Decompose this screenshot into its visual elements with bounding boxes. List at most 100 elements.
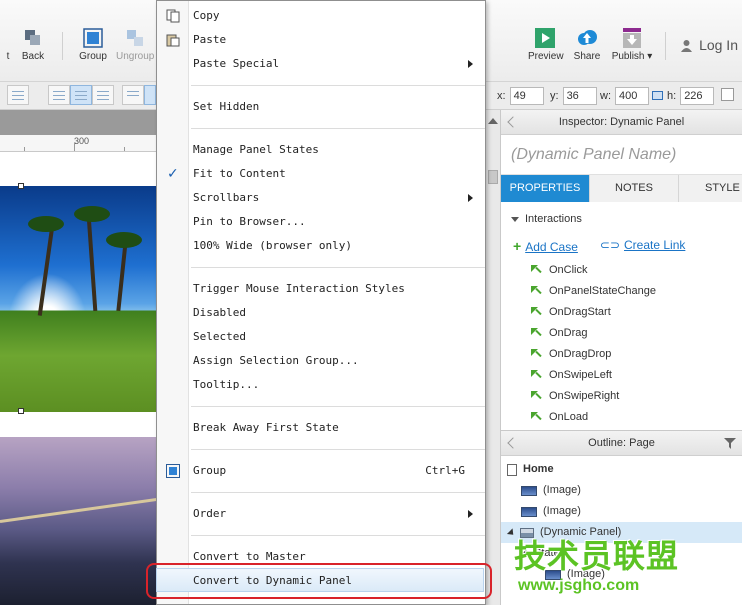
menu-item-label: Paste Special [193,57,280,70]
canvas-tab-strip [0,110,158,135]
back-button[interactable]: Back [20,28,46,62]
tab-notes[interactable]: NOTES [590,175,679,202]
add-case-link[interactable]: Add Case [525,240,578,254]
resize-handle[interactable] [18,183,24,189]
list-format-button[interactable] [7,85,29,105]
menu-separator [191,492,485,493]
event-item[interactable]: OnClick [501,260,742,281]
collapse-icon [511,216,519,222]
filter-icon[interactable] [724,438,736,449]
menu-item-trigger-mouse-styles[interactable]: Trigger Mouse Interaction Styles [157,277,485,301]
event-item[interactable]: OnSwipeLeft [501,365,742,386]
align-left-button[interactable] [48,85,70,105]
event-icon [531,307,542,318]
tree-item[interactable]: (Image) [501,480,742,501]
w-input[interactable]: 400 [615,86,649,105]
scroll-thumb[interactable] [488,170,498,184]
event-item[interactable]: OnDrag [501,323,742,344]
canvas-vertical-scrollbar[interactable] [484,110,500,605]
align-top-button[interactable] [122,85,144,105]
back-label: Back [21,51,45,62]
resize-handle[interactable] [18,408,24,414]
inspector-panel: Inspector: Dynamic Panel (Dynamic Panel … [500,110,742,430]
align-center-button[interactable] [70,85,92,105]
toolbar-partial-button[interactable]: t [0,28,18,62]
palm-frond [106,232,142,248]
palm-trunk [116,240,128,312]
w-label: w: [600,89,611,102]
h-input[interactable]: 226 [680,86,715,105]
menu-item-assign-selection-group[interactable]: Assign Selection Group... [157,349,485,373]
pin-icon[interactable] [507,116,519,128]
event-item[interactable]: OnPanelStateChange [501,281,742,302]
x-input[interactable]: 49 [509,86,544,105]
event-item[interactable]: OnSwipeRight [501,386,742,407]
menu-item-order[interactable]: Order [157,502,485,526]
y-field-group: y: 36 [550,86,597,105]
event-item[interactable]: OnDragStart [501,302,742,323]
paste-icon [166,34,180,47]
menu-item-label: Disabled [193,306,246,319]
pin-icon[interactable] [507,437,519,449]
menu-item-label: Scrollbars [193,191,260,204]
menu-item-scrollbars[interactable]: Scrollbars [157,186,485,210]
login-button[interactable]: Log In [680,37,738,53]
menu-item-100-wide[interactable]: 100% Wide (browser only) [157,234,485,258]
menu-item-manage-panel-states[interactable]: Manage Panel States [157,138,485,162]
event-icon [531,265,542,276]
create-link-button[interactable]: ⊂⊃ Create Link [600,238,685,254]
interactions-title: Interactions [525,213,582,225]
event-label: OnLoad [549,411,589,423]
align-right-button[interactable] [92,85,114,105]
inspector-title: Inspector: Dynamic Panel [558,116,685,128]
scroll-up-icon[interactable] [488,118,498,124]
tab-style[interactable]: STYLE [679,175,742,202]
group-button[interactable]: Group [78,28,108,62]
align-middle-button[interactable] [144,85,156,105]
user-icon [681,39,693,52]
menu-item-label: Break Away First State [193,421,339,434]
h-label: h: [667,89,677,102]
menu-item-selected[interactable]: Selected [157,325,485,349]
lock-ratio-icon[interactable] [652,91,663,100]
preview-button[interactable]: Preview [528,28,564,62]
ungroup-icon [127,30,143,46]
publish-button[interactable]: Publish ▾ [611,28,653,62]
publish-label: Publish ▾ [611,51,653,62]
event-item[interactable]: OnLoad [501,407,742,428]
add-case-button[interactable]: + Add Case [513,238,578,254]
menu-item-break-away-first-state[interactable]: Break Away First State [157,416,485,440]
menu-item-paste-special[interactable]: Paste Special [157,52,485,76]
menu-item-fit-to-content[interactable]: ✓ Fit to Content [157,162,485,186]
menu-item-paste[interactable]: Paste [157,28,485,52]
options-checkbox[interactable] [721,88,734,101]
menu-item-set-hidden[interactable]: Set Hidden [157,95,485,119]
menu-item-disabled[interactable]: Disabled [157,301,485,325]
event-item[interactable]: OnDragDrop [501,344,742,365]
menu-item-pin-to-browser[interactable]: Pin to Browser... [157,210,485,234]
menu-item-group[interactable]: Group Ctrl+G [157,459,485,483]
event-icon [531,412,542,423]
y-input[interactable]: 36 [562,86,597,105]
menu-item-label: Pin to Browser... [193,215,306,228]
panel-name-input[interactable]: (Dynamic Panel Name) [501,135,742,175]
menu-item-label: Copy [193,9,220,22]
highlight-annotation-box [146,563,492,599]
submenu-arrow-icon [468,194,473,202]
ungroup-button[interactable]: Ungroup [116,28,154,62]
tree-item[interactable]: (Image) [501,501,742,522]
menu-item-copy[interactable]: Copy [157,4,485,28]
event-icon [531,286,542,297]
x-field-group: x: 49 [497,86,544,105]
tab-properties[interactable]: PROPERTIES [501,175,590,202]
tree-item-home[interactable]: Home [501,459,742,480]
ruler-tick [124,147,125,151]
menu-item-tooltip[interactable]: Tooltip... [157,373,485,397]
share-button[interactable]: Share [573,28,601,62]
context-menu: Copy Paste Paste Special Set Hidden Mana… [156,0,486,605]
interactions-section-header[interactable]: Interactions [501,208,742,230]
canvas-image-beach[interactable] [0,186,158,412]
palm-trunk [37,226,55,316]
ruler-label: 300 [74,136,90,146]
create-link-link[interactable]: Create Link [624,238,685,252]
